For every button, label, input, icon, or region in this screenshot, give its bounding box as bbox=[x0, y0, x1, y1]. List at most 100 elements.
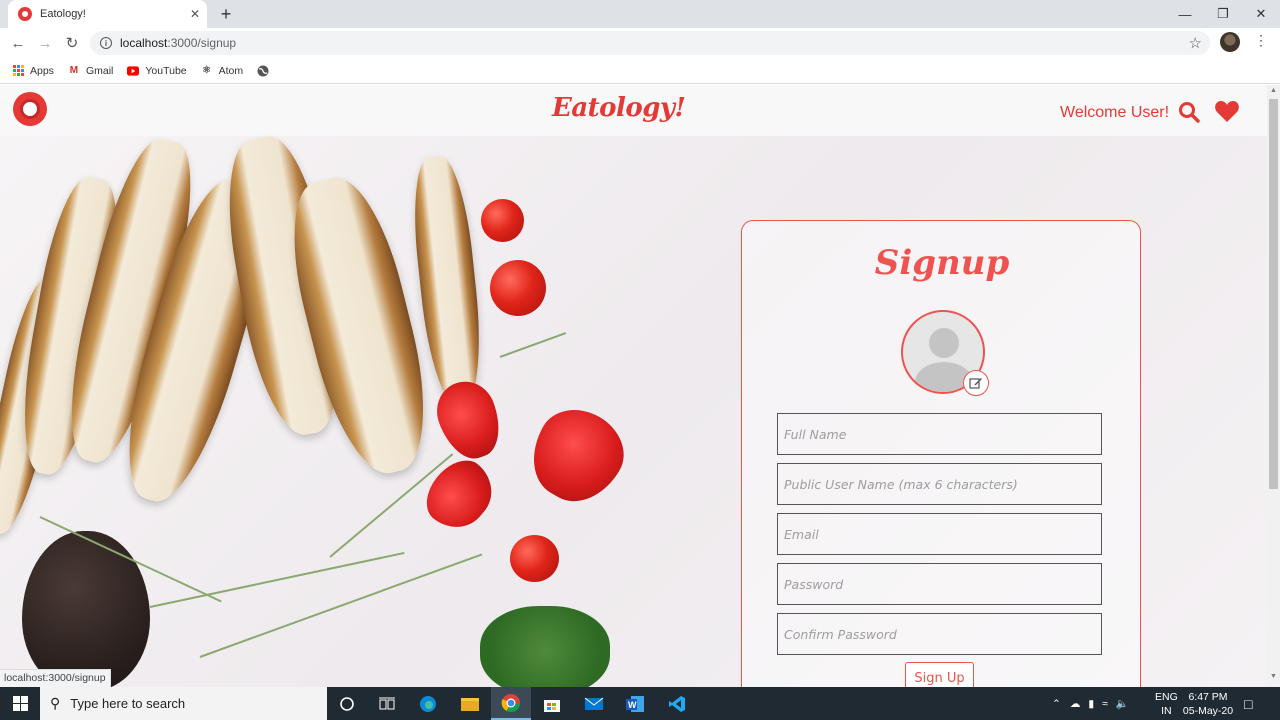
thyme-sprig bbox=[499, 332, 567, 358]
system-tray: ⌃ ☁ ▮ ≈ 🔈 bbox=[1052, 687, 1139, 720]
new-tab-button[interactable]: + bbox=[216, 4, 236, 24]
maximize-button[interactable]: ❐ bbox=[1204, 0, 1242, 28]
password-input[interactable] bbox=[777, 563, 1102, 605]
wifi-icon[interactable]: ≈ bbox=[1102, 698, 1108, 710]
confirm-password-input[interactable] bbox=[777, 613, 1102, 655]
site-logo[interactable] bbox=[13, 92, 47, 126]
search-icon: ⚲ bbox=[50, 695, 61, 711]
bookmark-label: Gmail bbox=[85, 64, 114, 77]
language-indicator[interactable]: ENG IN bbox=[1155, 687, 1178, 720]
vscode-icon[interactable] bbox=[657, 687, 697, 720]
tab-title: Eatology! bbox=[40, 8, 86, 20]
signup-title: Signup bbox=[874, 243, 1010, 283]
onedrive-cloud-icon[interactable]: ☁ bbox=[1070, 698, 1081, 710]
status-url-tooltip: localhost:3000/signup bbox=[0, 669, 111, 687]
taskbar-search[interactable]: ⚲ Type here to search bbox=[40, 687, 327, 720]
search-icon[interactable] bbox=[1178, 101, 1200, 123]
browser-tab[interactable]: Eatology! ✕ bbox=[8, 0, 207, 28]
store-icon[interactable] bbox=[532, 687, 572, 720]
battery-icon[interactable]: ▮ bbox=[1088, 698, 1094, 710]
mail-icon[interactable] bbox=[574, 687, 614, 720]
url-text[interactable]: localhost:3000/signup bbox=[120, 36, 236, 50]
web-page: Eatology! Welcome User! Signup Full Name… bbox=[0, 85, 1267, 687]
globe-icon bbox=[257, 65, 269, 77]
clock-date: 05-May-20 bbox=[1182, 704, 1234, 717]
heart-icon[interactable] bbox=[1214, 100, 1240, 124]
reload-icon[interactable]: ↻ bbox=[59, 30, 85, 56]
scroll-thumb[interactable] bbox=[1269, 99, 1278, 489]
email-input[interactable] bbox=[777, 513, 1102, 555]
word-icon[interactable]: W bbox=[615, 687, 655, 720]
bookmark-star-icon[interactable]: ☆ bbox=[1189, 34, 1202, 52]
browser-menu-icon[interactable]: ⋮ bbox=[1254, 32, 1268, 49]
bookmark-globe[interactable] bbox=[257, 65, 275, 77]
file-explorer-icon[interactable] bbox=[450, 687, 490, 720]
kale-leaf bbox=[480, 606, 610, 687]
edit-icon bbox=[969, 378, 982, 389]
site-header: Eatology! Welcome User! bbox=[0, 85, 1267, 136]
edit-picture-button[interactable] bbox=[963, 370, 989, 396]
gmail-icon: M bbox=[69, 65, 79, 76]
svg-text:W: W bbox=[628, 700, 637, 710]
bookmark-atom[interactable]: ⚛ Atom bbox=[201, 64, 244, 77]
apps-grid-icon bbox=[12, 65, 24, 77]
full-name-input[interactable] bbox=[777, 413, 1102, 455]
site-info-icon[interactable]: i bbox=[100, 37, 112, 49]
chrome-icon[interactable] bbox=[491, 687, 531, 720]
clock-time: 6:47 PM bbox=[1188, 690, 1228, 703]
cherry-tomato bbox=[481, 199, 524, 242]
bookmark-youtube[interactable]: YouTube bbox=[127, 64, 187, 77]
avocado bbox=[22, 531, 150, 687]
volume-icon[interactable]: 🔈 bbox=[1116, 697, 1129, 710]
signup-card: Signup Sign Up bbox=[741, 220, 1141, 687]
task-view-icon[interactable] bbox=[367, 687, 407, 720]
cortana-icon[interactable] bbox=[327, 687, 367, 720]
profile-avatar[interactable] bbox=[1220, 32, 1240, 52]
back-arrow-icon[interactable]: ← bbox=[5, 30, 31, 56]
bookmark-label: Atom bbox=[218, 64, 244, 77]
edge-icon[interactable] bbox=[408, 687, 448, 720]
url-host: localhost bbox=[120, 36, 168, 50]
bookmark-label: YouTube bbox=[145, 64, 187, 77]
strawberry bbox=[428, 373, 510, 467]
strawberry bbox=[516, 395, 638, 517]
close-window-button[interactable]: ✕ bbox=[1242, 0, 1280, 28]
address-bar[interactable]: i localhost:3000/signup ☆ bbox=[90, 31, 1210, 55]
taskbar-search-placeholder: Type here to search bbox=[70, 696, 186, 711]
minimize-button[interactable]: — bbox=[1166, 0, 1204, 28]
page-scrollbar[interactable]: ▲ ▼ bbox=[1267, 85, 1280, 687]
bookmark-gmail[interactable]: M Gmail bbox=[68, 64, 114, 77]
browser-tab-strip: Eatology! ✕ + — ❐ ✕ bbox=[0, 0, 1280, 28]
welcome-user-link[interactable]: Welcome User! bbox=[1060, 104, 1169, 122]
username-input[interactable] bbox=[777, 463, 1102, 505]
strawberry bbox=[415, 449, 505, 541]
site-favicon-icon bbox=[18, 7, 32, 21]
thyme-sprig bbox=[149, 551, 405, 608]
scroll-down-arrow-icon[interactable]: ▼ bbox=[1267, 673, 1280, 685]
show-hidden-icons-chevron-icon[interactable]: ⌃ bbox=[1052, 698, 1061, 710]
clock[interactable]: 6:47 PM 05-May-20 bbox=[1181, 687, 1235, 720]
bookmark-label: Apps bbox=[30, 64, 54, 77]
hero-food-image: Signup Sign Up bbox=[0, 130, 1267, 687]
bookmarks-bar: Apps M Gmail YouTube ⚛ Atom bbox=[0, 58, 1280, 84]
start-button[interactable] bbox=[0, 687, 40, 720]
thyme-sprig bbox=[199, 553, 483, 658]
url-path: :3000/signup bbox=[167, 36, 237, 50]
plate-icon bbox=[20, 99, 40, 119]
browser-toolbar: ← → ↻ i localhost:3000/signup ☆ ⋮ bbox=[0, 28, 1280, 58]
avatar-placeholder-icon bbox=[929, 328, 959, 358]
atom-icon: ⚛ bbox=[202, 65, 212, 76]
cherry-tomato bbox=[510, 535, 559, 582]
brand-title[interactable]: Eatology! bbox=[552, 93, 686, 123]
youtube-icon bbox=[127, 65, 140, 77]
region-code: IN bbox=[1161, 704, 1172, 717]
forward-arrow-icon[interactable]: → bbox=[32, 30, 58, 56]
tab-close-icon[interactable]: ✕ bbox=[183, 7, 207, 21]
bookmark-apps[interactable]: Apps bbox=[12, 65, 54, 77]
language-code: ENG bbox=[1155, 690, 1178, 703]
sign-up-button[interactable]: Sign Up bbox=[905, 662, 974, 687]
windows-logo-icon bbox=[12, 696, 28, 711]
scroll-up-arrow-icon[interactable]: ▲ bbox=[1267, 87, 1280, 99]
action-center-icon[interactable]: □ bbox=[1244, 687, 1252, 720]
cherry-tomato bbox=[490, 260, 546, 316]
